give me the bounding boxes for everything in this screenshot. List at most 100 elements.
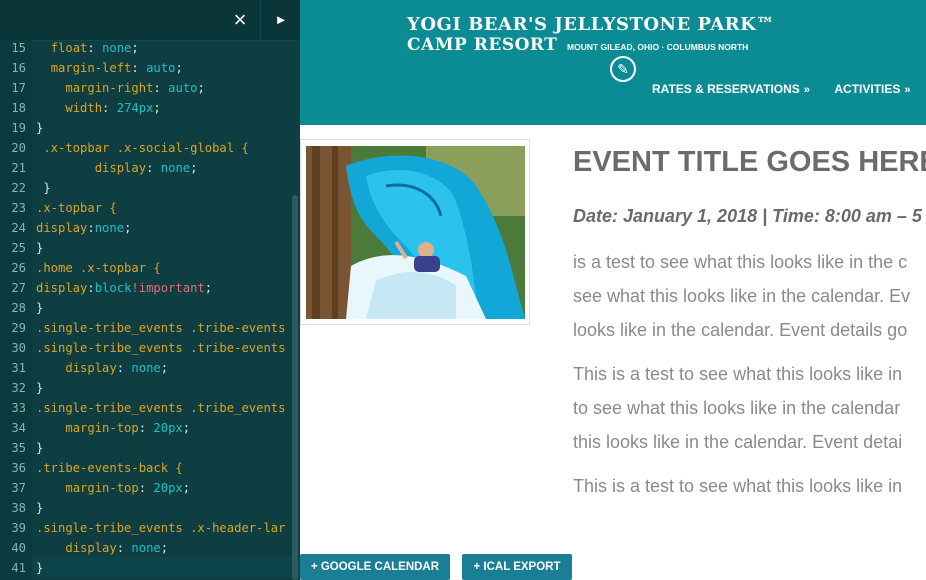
- code-line[interactable]: 17 margin-right: auto;: [0, 78, 300, 98]
- code-line[interactable]: 32}: [0, 378, 300, 398]
- code-line[interactable]: 27 display:block!important;: [0, 278, 300, 298]
- close-button[interactable]: ×: [220, 0, 260, 40]
- logo-subtitle[interactable]: CAMP RESORT: [407, 35, 557, 55]
- paragraph-line: to see what this looks like in the calen…: [573, 398, 901, 418]
- code-text: }: [36, 241, 44, 255]
- paragraph-line: is a test to see what this looks like in…: [573, 252, 908, 272]
- main-nav: RATES & RESERVATIONS» ACTIVITIES»: [652, 80, 926, 98]
- event-description-paragraph: This is a test to see what this looks li…: [573, 357, 902, 459]
- event-image-frame: [300, 139, 530, 325]
- code-line[interactable]: 16 margin-left: auto;: [0, 58, 300, 78]
- code-editor-panel[interactable]: × ► 15 float: none; 16 margin-left: auto…: [0, 0, 300, 580]
- code-text: display:block!important;: [36, 281, 213, 295]
- code-text: .tribe-events-back {: [36, 461, 183, 475]
- code-text: display: none;: [65, 541, 169, 555]
- line-number: 19: [11, 121, 26, 135]
- code-text: .home .x-topbar {: [36, 261, 161, 275]
- code-text: .x-topbar .x-social-global {: [36, 141, 249, 155]
- ical-export-button[interactable]: + ICAL EXPORT: [462, 554, 572, 580]
- code-line[interactable]: 25}: [0, 238, 300, 258]
- editor-scrollbar[interactable]: [292, 195, 298, 580]
- code-text: display: none;: [65, 361, 169, 375]
- code-line[interactable]: 29 .single-tribe_events .tribe-events: [0, 318, 300, 338]
- line-number: 33: [11, 401, 26, 415]
- code-line[interactable]: 35}: [0, 438, 300, 458]
- line-number: 25: [11, 241, 26, 255]
- line-number: 40: [11, 541, 26, 555]
- line-number: 24: [11, 221, 26, 235]
- code-line[interactable]: 18 width: 274px;: [0, 98, 300, 118]
- code-line[interactable]: 24 display:none;: [0, 218, 300, 238]
- code-line[interactable]: 40 display: none;: [0, 538, 300, 558]
- play-icon: ►: [274, 12, 288, 27]
- code-line[interactable]: 23 .x-topbar {: [0, 198, 300, 218]
- edit-button[interactable]: ✎: [610, 56, 636, 82]
- line-number: 30: [11, 341, 26, 355]
- code-line[interactable]: 28}: [0, 298, 300, 318]
- code-text: }: [36, 441, 44, 455]
- code-line[interactable]: 41}: [0, 558, 300, 578]
- code-line[interactable]: 36 .tribe-events-back {: [0, 458, 300, 478]
- line-number: 27: [11, 281, 26, 295]
- line-number: 15: [11, 41, 26, 55]
- event-title: EVENT TITLE GOES HERE: [573, 146, 926, 178]
- code-text: .single-tribe_events .tribe_events: [36, 401, 286, 415]
- code-line[interactable]: 33 .single-tribe_events .tribe_events: [0, 398, 300, 418]
- logo-location: MOUNT GILEAD, OHIO · COLUMBUS NORTH: [567, 42, 749, 52]
- line-number: 32: [11, 381, 26, 395]
- line-number: 35: [11, 441, 26, 455]
- code-text: float: none;: [50, 41, 139, 55]
- code-line[interactable]: 22 }: [0, 178, 300, 198]
- code-text: }: [36, 561, 44, 575]
- site-header: YOGI BEAR'S JELLYSTONE PARK™ CAMP RESORT…: [300, 0, 926, 125]
- code-line[interactable]: 39 .single-tribe_events .x-header-lar: [0, 518, 300, 538]
- code-line[interactable]: 21 display: none;: [0, 158, 300, 178]
- event-description-paragraph: is a test to see what this looks like in…: [573, 245, 910, 347]
- code-area[interactable]: 15 float: none; 16 margin-left: auto; 17…: [0, 38, 300, 578]
- line-number: 39: [11, 521, 26, 535]
- code-line[interactable]: 31 display: none;: [0, 358, 300, 378]
- logo-title[interactable]: YOGI BEAR'S JELLYSTONE PARK™: [407, 14, 775, 35]
- code-line[interactable]: 34 margin-top: 20px;: [0, 418, 300, 438]
- paragraph-line: this looks like in the calendar. Event d…: [573, 432, 903, 452]
- code-text: margin-top: 20px;: [65, 421, 191, 435]
- line-number: 21: [11, 161, 26, 175]
- code-text: width: 274px;: [65, 101, 161, 115]
- line-number: 16: [11, 61, 26, 75]
- nav-item-activities[interactable]: ACTIVITIES»: [834, 82, 910, 96]
- nav-item-rates-reservations[interactable]: RATES & RESERVATIONS»: [652, 82, 810, 96]
- editor-toolbar: × ►: [0, 0, 300, 41]
- line-number: 28: [11, 301, 26, 315]
- nav-item-label: RATES & RESERVATIONS: [652, 82, 800, 96]
- code-text: margin-top: 20px;: [65, 481, 191, 495]
- code-text: display:none;: [36, 221, 132, 235]
- run-button[interactable]: ►: [260, 0, 300, 40]
- line-number: 26: [11, 261, 26, 275]
- chevron-down-icon: »: [803, 84, 810, 96]
- code-line[interactable]: 20 .x-topbar .x-social-global {: [0, 138, 300, 158]
- code-text: }: [36, 121, 44, 135]
- code-text: display: none;: [94, 161, 198, 175]
- code-line[interactable]: 38}: [0, 498, 300, 518]
- nav-item-label: ACTIVITIES: [834, 82, 901, 96]
- code-text: .single-tribe_events .tribe-events: [36, 341, 286, 355]
- line-number: 38: [11, 501, 26, 515]
- paragraph-line: looks like in the calendar. Event detail…: [573, 320, 908, 340]
- event-image: [306, 146, 525, 319]
- code-text: margin-left: auto;: [50, 61, 183, 75]
- code-text: .single-tribe_events .x-header-lar: [36, 521, 286, 535]
- chevron-down-icon: »: [904, 84, 911, 96]
- paragraph-line: This is a test to see what this looks li…: [573, 364, 903, 384]
- code-text: .x-topbar {: [36, 201, 117, 215]
- google-calendar-button[interactable]: + GOOGLE CALENDAR: [300, 554, 450, 580]
- pencil-icon: ✎: [617, 61, 629, 77]
- code-line[interactable]: 15 float: none;: [0, 38, 300, 58]
- line-number: 37: [11, 481, 26, 495]
- code-line[interactable]: 19}: [0, 118, 300, 138]
- code-line[interactable]: 30 .single-tribe_events .tribe-events: [0, 338, 300, 358]
- code-line[interactable]: 26 .home .x-topbar {: [0, 258, 300, 278]
- line-number: 34: [11, 421, 26, 435]
- water-slide-photo: [306, 146, 525, 319]
- code-text: margin-right: auto;: [65, 81, 205, 95]
- code-line[interactable]: 37 margin-top: 20px;: [0, 478, 300, 498]
